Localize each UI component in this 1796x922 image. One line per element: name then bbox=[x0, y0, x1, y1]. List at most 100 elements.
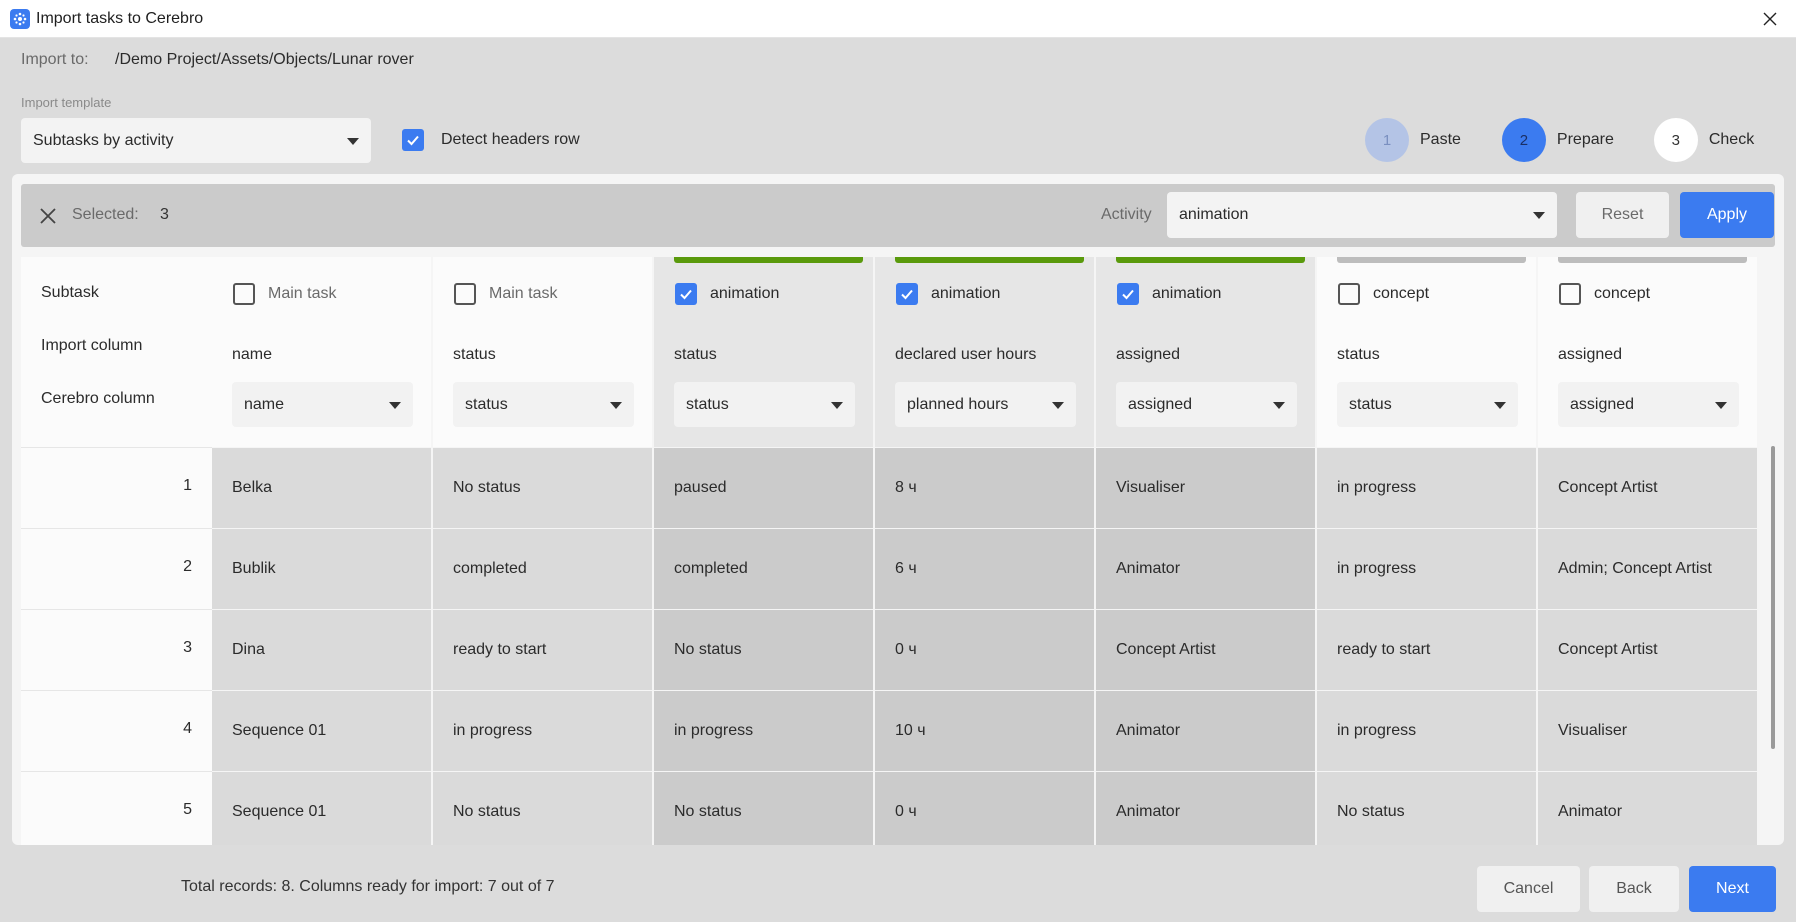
column-header: concept assigned assigned bbox=[1538, 257, 1759, 447]
table-cell: Visualiser bbox=[1538, 690, 1759, 771]
checkbox-unchecked-icon[interactable] bbox=[1559, 283, 1581, 305]
table-cell: Sequence 01 bbox=[212, 771, 433, 845]
table-cell: in progress bbox=[1317, 528, 1538, 609]
table-cell: Dina bbox=[212, 609, 433, 690]
cell-value: Visualiser bbox=[1116, 479, 1186, 496]
table-cell: 0 ч bbox=[875, 609, 1096, 690]
import-column-4[interactable]: animation declared user hours planned hour… bbox=[875, 257, 1096, 845]
activity-color-bar bbox=[1337, 257, 1526, 263]
cerebro-column-row-label: Cerebro column bbox=[41, 390, 155, 407]
table-cell: Concept Artist bbox=[1096, 609, 1317, 690]
vertical-scrollbar[interactable] bbox=[1771, 446, 1775, 749]
checkbox-checked-icon[interactable] bbox=[675, 283, 697, 305]
cell-value: 6 ч bbox=[895, 560, 917, 577]
import-column-5[interactable]: animation assigned assigned Visualiser Anima… bbox=[1096, 257, 1317, 845]
cell-value: Concept Artist bbox=[1558, 479, 1658, 496]
clear-selection-icon[interactable] bbox=[37, 205, 59, 227]
table-cell: Concept Artist bbox=[1538, 447, 1759, 528]
cell-value: No status bbox=[674, 803, 742, 820]
table-cell: 0 ч bbox=[875, 771, 1096, 845]
table-cell: ready to start bbox=[1317, 609, 1538, 690]
row-divider bbox=[21, 447, 212, 448]
subtask-toggle[interactable]: Main task bbox=[233, 283, 336, 305]
import-column-7[interactable]: concept assigned assigned Concept Artist Adm… bbox=[1538, 257, 1759, 845]
cerebro-column-select[interactable]: assigned bbox=[1558, 382, 1739, 427]
cell-value: Animator bbox=[1116, 722, 1181, 739]
checkbox-checked-icon[interactable] bbox=[402, 129, 424, 151]
cell-value: completed bbox=[453, 560, 527, 577]
import-column-name: assigned bbox=[1116, 346, 1181, 363]
checkbox-checked-icon[interactable] bbox=[1117, 283, 1139, 305]
checkbox-unchecked-icon[interactable] bbox=[1338, 283, 1360, 305]
import-to-label: Import to: bbox=[21, 51, 89, 68]
cerebro-column-select[interactable]: name bbox=[232, 382, 413, 427]
cerebro-column-select[interactable]: status bbox=[1337, 382, 1518, 427]
activity-select[interactable]: animation bbox=[1167, 192, 1557, 238]
column-header: Main task status status bbox=[433, 257, 654, 447]
chevron-down-icon bbox=[347, 137, 359, 145]
subtask-toggle[interactable]: animation bbox=[896, 283, 1000, 305]
table-cell: Animator bbox=[1096, 771, 1317, 845]
checkbox-unchecked-icon[interactable] bbox=[233, 283, 255, 305]
subtask-toggle[interactable]: animation bbox=[675, 283, 779, 305]
detect-headers-label: Detect headers row bbox=[441, 131, 580, 148]
cell-value: completed bbox=[674, 560, 748, 577]
cell-value: Animator bbox=[1116, 803, 1181, 820]
subtask-toggle[interactable]: concept bbox=[1338, 283, 1429, 305]
table-cell: 10 ч bbox=[875, 690, 1096, 771]
import-template-select[interactable]: Subtasks by activity bbox=[21, 118, 371, 163]
table-cell: Animator bbox=[1096, 690, 1317, 771]
cerebro-app-icon bbox=[10, 8, 30, 29]
subtask-name: concept bbox=[1594, 285, 1651, 302]
step-prepare[interactable]: 2 Prepare bbox=[1501, 118, 1614, 162]
chevron-down-icon bbox=[389, 401, 401, 409]
activity-color-bar bbox=[1558, 257, 1747, 263]
table-cell: paused bbox=[654, 447, 875, 528]
import-summary: Total records: 8. Columns ready for impo… bbox=[181, 878, 555, 895]
subtask-toggle[interactable]: concept bbox=[1559, 283, 1650, 305]
import-column-1[interactable]: Main task name name Belka Bublik Dina Sequence… bbox=[212, 257, 433, 845]
chevron-down-icon bbox=[1052, 401, 1064, 409]
back-button[interactable]: Back bbox=[1589, 866, 1679, 912]
cerebro-column-select[interactable]: planned hours bbox=[895, 382, 1076, 427]
subtask-toggle[interactable]: animation bbox=[1117, 283, 1221, 305]
cell-value: 0 ч bbox=[895, 803, 917, 820]
next-button[interactable]: Next bbox=[1689, 866, 1776, 912]
cerebro-column-value: status bbox=[686, 395, 729, 413]
checkbox-unchecked-icon[interactable] bbox=[454, 283, 476, 305]
cerebro-column-select[interactable]: status bbox=[453, 382, 634, 427]
cerebro-column-value: assigned bbox=[1570, 395, 1635, 413]
cell-value: Sequence 01 bbox=[232, 803, 327, 820]
import-column-6[interactable]: concept status status in progress in progres… bbox=[1317, 257, 1538, 845]
chevron-down-icon bbox=[610, 401, 622, 409]
apply-button[interactable]: Apply bbox=[1680, 192, 1774, 238]
import-column-3[interactable]: animation status status paused completed No s… bbox=[654, 257, 875, 845]
table-cell: in progress bbox=[433, 690, 654, 771]
subtask-toggle[interactable]: Main task bbox=[454, 283, 557, 305]
table-cell: in progress bbox=[1317, 690, 1538, 771]
reset-button[interactable]: Reset bbox=[1576, 192, 1669, 238]
row-divider bbox=[21, 528, 212, 529]
step-check[interactable]: 3 Check bbox=[1653, 118, 1754, 162]
cancel-button[interactable]: Cancel bbox=[1477, 866, 1580, 912]
table-cell: completed bbox=[433, 528, 654, 609]
step-label: Paste bbox=[1420, 131, 1461, 148]
step-paste[interactable]: 1 Paste bbox=[1365, 118, 1461, 162]
cerebro-column-value: name bbox=[244, 395, 285, 413]
import-column-name: assigned bbox=[1558, 346, 1623, 363]
cell-value: Belka bbox=[232, 479, 273, 496]
import-column-row-label: Import column bbox=[41, 337, 143, 354]
chevron-down-icon bbox=[1494, 401, 1506, 409]
activity-color-bar bbox=[1116, 257, 1305, 263]
checkbox-checked-icon[interactable] bbox=[896, 283, 918, 305]
close-window-icon[interactable] bbox=[1758, 7, 1782, 31]
table-cell: No status bbox=[1317, 771, 1538, 845]
row-number: 5 bbox=[183, 801, 192, 818]
column-header: Main task name name bbox=[212, 257, 433, 447]
step-number: 2 bbox=[1501, 118, 1546, 162]
cell-value: in progress bbox=[1337, 722, 1417, 739]
cerebro-column-select[interactable]: status bbox=[674, 382, 855, 427]
detect-headers-toggle[interactable]: Detect headers row bbox=[402, 129, 580, 151]
cerebro-column-select[interactable]: assigned bbox=[1116, 382, 1297, 427]
import-column-2[interactable]: Main task status status No status completed r… bbox=[433, 257, 654, 845]
